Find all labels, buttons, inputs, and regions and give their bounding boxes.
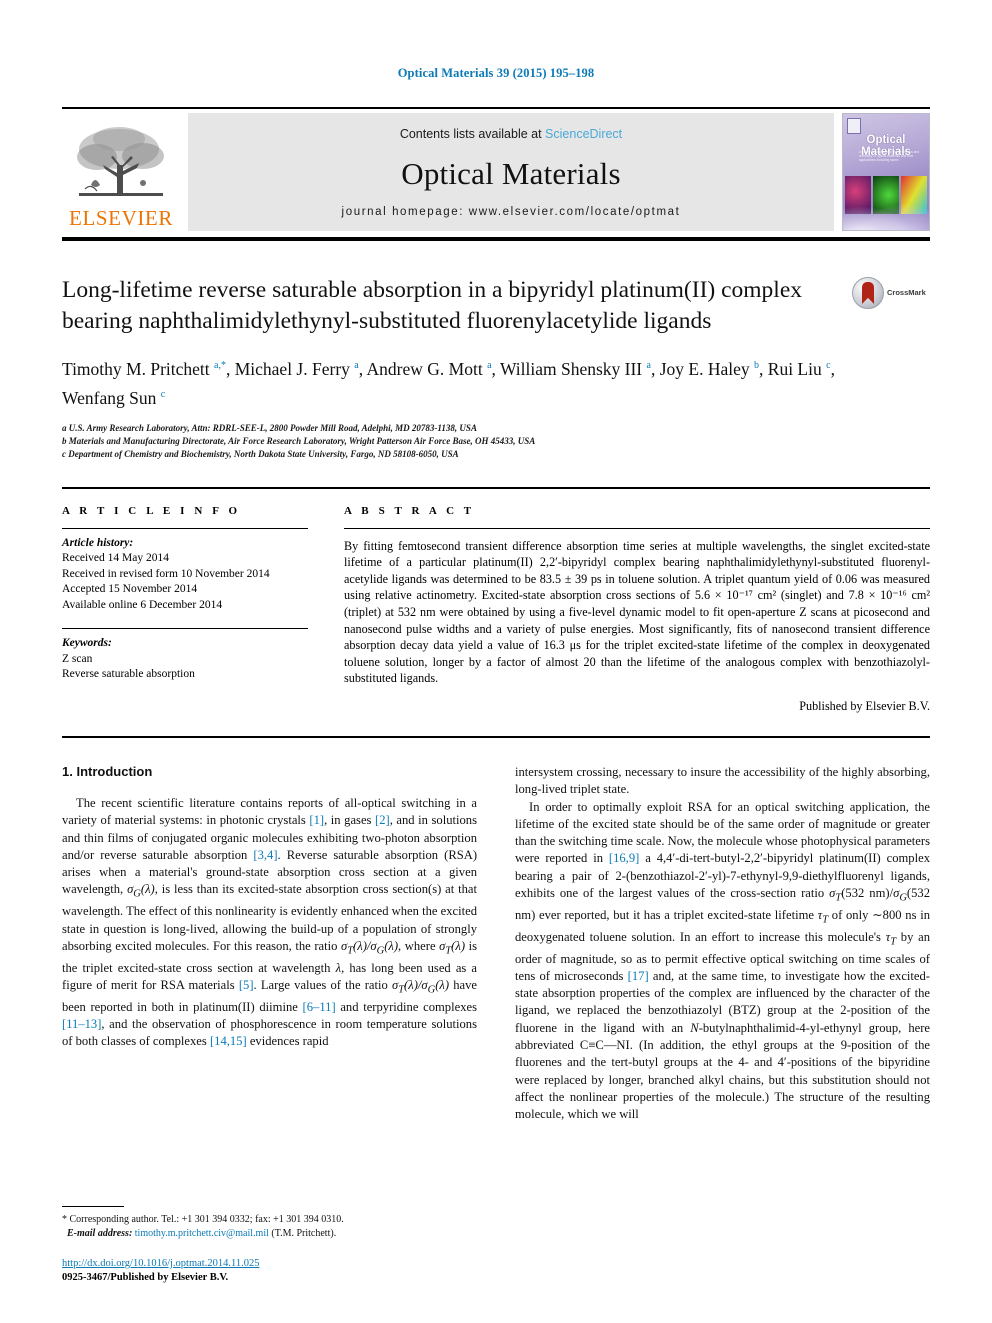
history-received: Received 14 May 2014 <box>62 552 169 565</box>
article-info-rule <box>62 527 308 529</box>
author-line-2: Wenfang Sun c <box>62 387 166 408</box>
elsevier-wordmark: ELSEVIER <box>69 206 173 230</box>
section-heading-introduction: 1. Introduction <box>62 764 153 779</box>
cover-publisher-icon <box>847 118 861 134</box>
email-note: E-mail address: timothy.m.pritchett.civ@… <box>62 1227 468 1241</box>
keywords-block: Keywords: Z scan Reverse saturable absor… <box>62 636 308 683</box>
affiliation-b: b Materials and Manufacturing Directorat… <box>62 435 536 446</box>
journal-masthead: ELSEVIER Contents lists available at Sci… <box>62 113 930 231</box>
affiliation-a: a U.S. Army Research Laboratory, Attn: R… <box>62 422 477 433</box>
article-info-column: A R T I C L E I N F O Article history: R… <box>62 505 344 714</box>
journal-cover-thumbnail[interactable]: Optical Materials An international journ… <box>842 113 930 231</box>
elsevier-tree-icon <box>77 127 164 196</box>
crossmark-label: CrossMark <box>887 288 926 297</box>
affiliation-list: a U.S. Army Research Laboratory, Attn: R… <box>62 422 930 461</box>
crossmark-icon <box>852 277 884 309</box>
abstract-text: By fitting femtosecond transient differe… <box>344 538 930 686</box>
keyword-item: Reverse saturable absorption <box>62 668 195 681</box>
author-list: Timothy M. Pritchett a,*, Michael J. Fer… <box>62 353 930 411</box>
body-column-left: 1. Introduction The recent scientific li… <box>62 764 477 1123</box>
elsevier-logo: ELSEVIER <box>62 113 180 231</box>
info-bottom-rule <box>62 736 930 738</box>
abstract-column: A B S T R A C T By fitting femtosecond t… <box>344 505 930 714</box>
email-suffix: (T.M. Pritchett). <box>271 1228 337 1239</box>
history-revised: Received in revised form 10 November 201… <box>62 567 270 580</box>
masthead-center: Contents lists available at ScienceDirec… <box>188 113 834 231</box>
history-accepted: Accepted 15 November 2014 <box>62 583 198 596</box>
history-online: Available online 6 December 2014 <box>62 598 223 611</box>
page-title: Long-lifetime reverse saturable absorpti… <box>62 277 803 334</box>
abstract-label: A B S T R A C T <box>344 504 475 517</box>
info-top-rule <box>62 486 930 489</box>
footnote-block: * Corresponding author. Tel.: +1 301 394… <box>62 1206 468 1285</box>
crossmark-badge[interactable]: CrossMark <box>852 275 930 337</box>
journal-homepage[interactable]: journal homepage: www.elsevier.com/locat… <box>342 206 681 218</box>
info-abstract-section: A R T I C L E I N F O Article history: R… <box>62 505 930 714</box>
contents-prefix: Contents lists available at <box>399 127 546 141</box>
cover-subtitle: An international journal on the physics … <box>859 150 920 163</box>
affiliation-c: c Department of Chemistry and Biochemist… <box>62 448 459 459</box>
running-head: Optical Materials 39 (2015) 195–198 <box>397 66 595 80</box>
paper-page: Optical Materials 39 (2015) 195–198 ELSE… <box>0 0 992 1323</box>
intro-paragraph-2: In order to optimally exploit RSA for an… <box>515 799 931 1122</box>
masthead-top-rule <box>62 107 930 109</box>
corresponding-author-note: * Corresponding author. Tel.: +1 301 394… <box>62 1214 344 1225</box>
email-link[interactable]: timothy.m.pritchett.civ@mail.mil <box>135 1228 269 1239</box>
contents-available-line: Contents lists available at ScienceDirec… <box>400 127 622 141</box>
doi-block: http://dx.doi.org/10.1016/j.optmat.2014.… <box>62 1257 468 1285</box>
masthead-bottom-rule <box>62 237 930 241</box>
issn-line: 0925-3467/Published by Elsevier B.V. <box>62 1272 229 1283</box>
abstract-rule <box>344 527 930 529</box>
article-info-label: A R T I C L E I N F O <box>62 504 241 517</box>
keyword-item: Z scan <box>62 652 93 665</box>
journal-title: Optical Materials <box>401 155 621 191</box>
cover-wave-graphic <box>843 198 929 230</box>
email-label: E-mail address: <box>67 1228 133 1239</box>
sciencedirect-link[interactable]: ScienceDirect <box>545 127 622 141</box>
body-columns: 1. Introduction The recent scientific li… <box>62 764 930 1123</box>
keywords-rule <box>62 628 308 630</box>
doi-link[interactable]: http://dx.doi.org/10.1016/j.optmat.2014.… <box>62 1257 468 1271</box>
keywords-heading: Keywords: <box>62 637 112 650</box>
article-history-heading: Article history: <box>62 536 134 549</box>
footnote-rule <box>62 1206 124 1207</box>
body-column-right: intersystem crossing, necessary to insur… <box>515 764 930 1123</box>
article-history-block: Article history: Received 14 May 2014 Re… <box>62 536 308 614</box>
intro-paragraph-1: The recent scientific literature contain… <box>62 796 478 1049</box>
author-line-1: Timothy M. Pritchett a,*, Michael J. Fer… <box>62 358 835 379</box>
intro-paragraph-1-continued: intersystem crossing, necessary to insur… <box>515 765 930 797</box>
title-row: Long-lifetime reverse saturable absorpti… <box>62 275 930 337</box>
published-by: Published by Elsevier B.V. <box>799 699 930 713</box>
